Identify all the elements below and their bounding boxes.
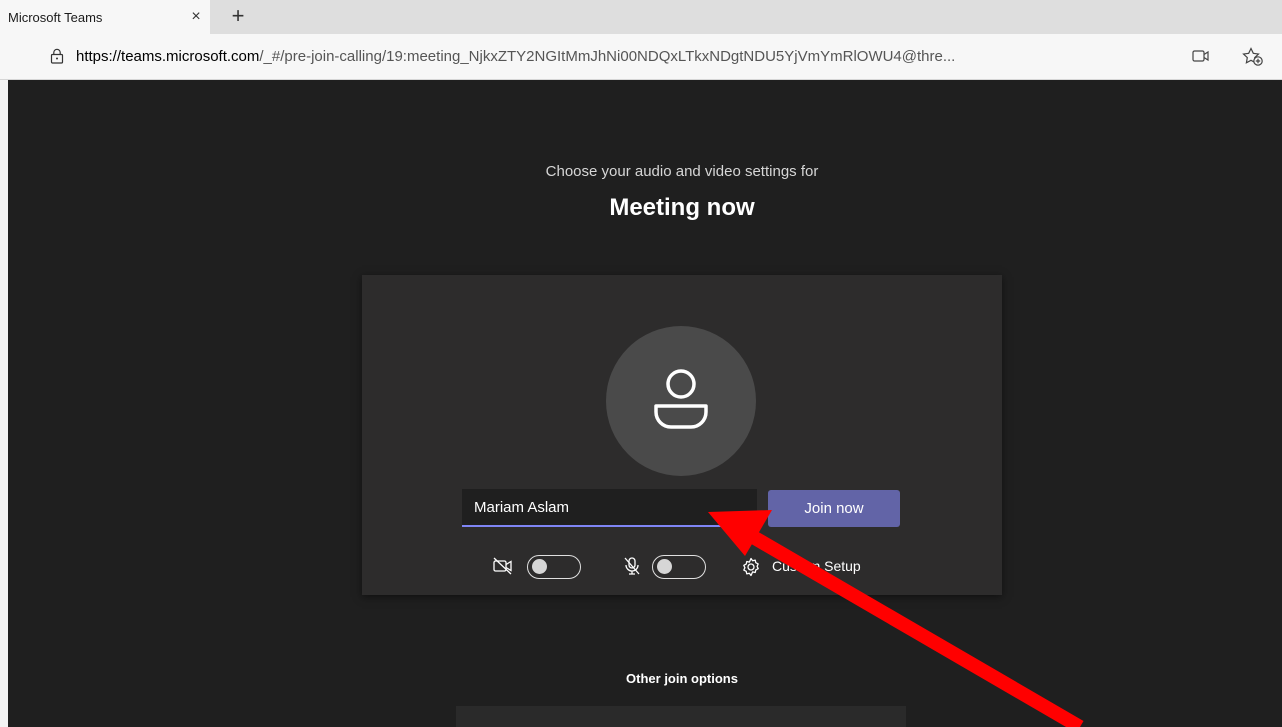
annotation-arrow bbox=[708, 510, 1084, 727]
